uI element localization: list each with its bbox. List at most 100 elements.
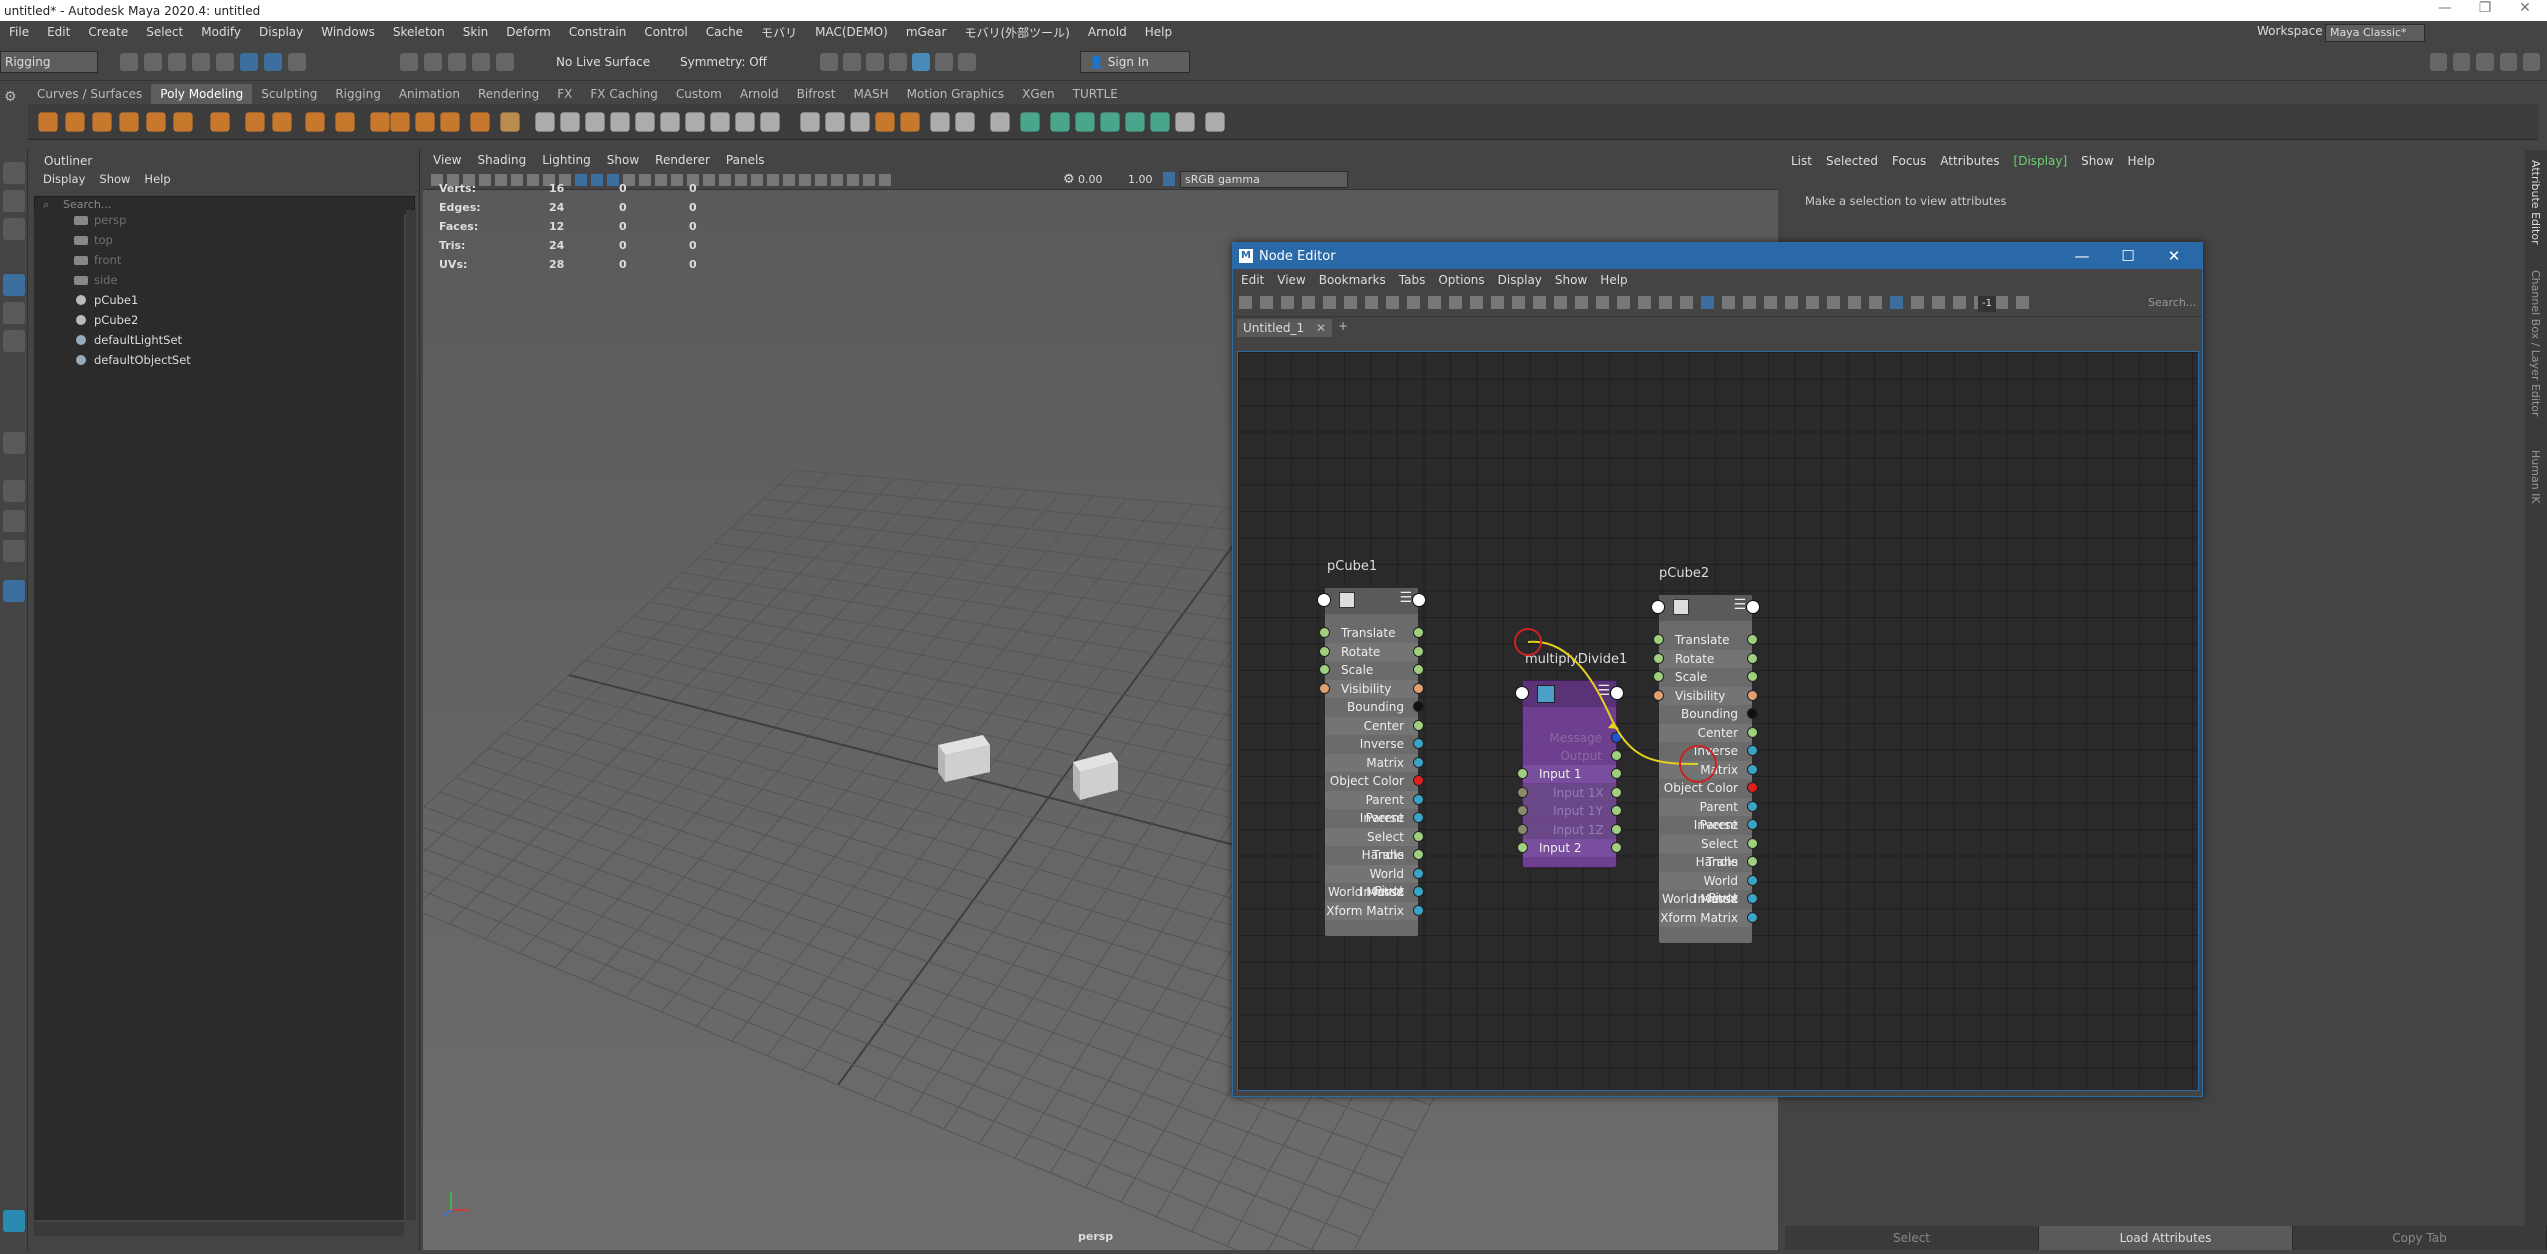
- shelf-tab-9[interactable]: Arnold: [731, 84, 788, 104]
- viewport-tool-27-icon[interactable]: [863, 174, 875, 186]
- render-frame-icon[interactable]: [843, 53, 861, 71]
- save-scene-icon[interactable]: [168, 53, 186, 71]
- output-plug[interactable]: [1413, 719, 1424, 731]
- layout-four-icon[interactable]: [2453, 53, 2471, 71]
- attr-bounding-box[interactable]: Bounding Box: [1659, 705, 1758, 739]
- attr-parent-inverse-matrix[interactable]: Parent Inverse Matrix: [1659, 797, 1758, 850]
- output-plug[interactable]: [1413, 682, 1424, 694]
- attr-world-inverse-matrix[interactable]: World Inverse Matrix: [1659, 871, 1758, 924]
- shelf-tool-40-icon[interactable]: [1150, 112, 1170, 132]
- shelf-tool-11-icon[interactable]: [370, 112, 390, 132]
- node-input-master-plug[interactable]: [1651, 600, 1665, 614]
- hypershade-icon[interactable]: [912, 53, 930, 71]
- attribute-menu-4[interactable]: [Display]: [2014, 154, 2068, 168]
- menu-item-0[interactable]: File: [0, 25, 38, 39]
- attr-select-handle[interactable]: Select Handle: [1659, 834, 1758, 869]
- attr-xform-matrix[interactable]: Xform Matrix: [1659, 908, 1758, 927]
- node-tool-33-icon[interactable]: [1932, 296, 1945, 309]
- attr-bounding-box[interactable]: Bounding Box: [1325, 698, 1424, 732]
- menu-item-13[interactable]: モバリ: [752, 24, 806, 41]
- node-tool-31-icon[interactable]: [1890, 296, 1903, 309]
- node-tool-4-icon[interactable]: [1323, 296, 1336, 309]
- render-view-icon[interactable]: [820, 53, 838, 71]
- output-plug[interactable]: [1413, 904, 1424, 916]
- viewport-tool-22-icon[interactable]: [783, 174, 795, 186]
- lasso-tool-icon[interactable]: [3, 190, 25, 212]
- paint-select-icon[interactable]: [3, 218, 25, 240]
- output-plug[interactable]: [1413, 645, 1424, 657]
- attr-center[interactable]: Center: [1325, 716, 1424, 735]
- input-plug[interactable]: [1319, 627, 1330, 638]
- output-plug[interactable]: [1747, 800, 1758, 812]
- move-tool-icon[interactable]: [3, 274, 25, 296]
- output-plug[interactable]: [1413, 886, 1424, 897]
- output-plug[interactable]: [1747, 893, 1758, 904]
- input-plug[interactable]: [1319, 645, 1330, 657]
- menu-item-2[interactable]: Create: [79, 25, 137, 39]
- sign-in-dropdown[interactable]: 👤 Sign In: [1080, 51, 1190, 73]
- outliner-menu-0[interactable]: Display: [43, 172, 85, 190]
- node-tool-10-icon[interactable]: [1449, 296, 1462, 309]
- shelf-tool-14-icon[interactable]: [440, 112, 460, 132]
- node-multiplydivide1[interactable]: ☰ Message Output Input 1 Input 1X Input 1Y Inp…: [1515, 680, 1624, 868]
- layout-settings-icon[interactable]: [2522, 53, 2541, 71]
- maya-logo-icon[interactable]: [3, 1210, 25, 1232]
- viewport-menu-0[interactable]: View: [433, 153, 461, 167]
- attribute-editor-tab[interactable]: Attribute Editor: [2529, 160, 2542, 245]
- open-scene-icon[interactable]: [144, 53, 162, 71]
- node-pcube1[interactable]: ☰ Translate Rotate Scale Visibility Bounding …: [1317, 587, 1426, 937]
- node-output-master-plug[interactable]: [1610, 686, 1624, 700]
- output-plug[interactable]: [1611, 786, 1622, 798]
- shelf-tool-37-icon[interactable]: [1075, 112, 1095, 132]
- menu-item-11[interactable]: Control: [635, 25, 696, 39]
- camera-attribute-icon[interactable]: ⚙: [1063, 172, 1075, 187]
- outliner-horizontal-scrollbar[interactable]: [34, 1222, 404, 1236]
- viewport-tool-23-icon[interactable]: [799, 174, 811, 186]
- node-tool-36-icon[interactable]: [1995, 296, 2008, 309]
- undo-icon[interactable]: [192, 53, 210, 71]
- redo-icon[interactable]: [216, 53, 234, 71]
- attr-world-matrix[interactable]: World Matrix: [1325, 883, 1424, 901]
- scale-tool-icon[interactable]: [3, 330, 25, 352]
- output-plug[interactable]: [1611, 732, 1622, 743]
- close-icon[interactable]: ✕: [2505, 0, 2545, 21]
- menuset-dropdown[interactable]: Rigging: [0, 51, 98, 73]
- node-editor-menu-4[interactable]: Options: [1438, 273, 1484, 287]
- output-plug[interactable]: [1747, 782, 1758, 793]
- node-tool-24-icon[interactable]: [1743, 296, 1756, 309]
- size-value[interactable]: -1: [1978, 296, 1996, 312]
- output-plug[interactable]: [1413, 664, 1424, 675]
- layout-side-icon[interactable]: [3, 540, 25, 562]
- shelf-tab-13[interactable]: XGen: [1013, 84, 1064, 104]
- attr-input-1z[interactable]: Input 1Z: [1517, 820, 1622, 839]
- attr-scale[interactable]: Scale: [1653, 668, 1758, 686]
- node-search-input[interactable]: Search...: [2148, 296, 2196, 309]
- output-plug[interactable]: [1413, 867, 1424, 879]
- menu-item-1[interactable]: Edit: [38, 25, 79, 39]
- node-tool-11-icon[interactable]: [1470, 296, 1483, 309]
- viewport-menu-1[interactable]: Shading: [477, 153, 526, 167]
- live-surface-field[interactable]: No Live Surface: [556, 55, 650, 69]
- shelf-tool-2-icon[interactable]: [92, 112, 112, 132]
- node-tool-37-icon[interactable]: [2016, 296, 2029, 309]
- outliner-item-front[interactable]: front: [34, 250, 404, 270]
- load-attributes-button[interactable]: Load Attributes: [2039, 1226, 2293, 1250]
- shelf-tool-15-icon[interactable]: [470, 112, 490, 132]
- node-menu-icon[interactable]: ☰: [1399, 590, 1412, 606]
- snap-view-icon[interactable]: [472, 53, 490, 71]
- shelf-tab-0[interactable]: Curves / Surfaces: [28, 84, 151, 104]
- node-tool-6-icon[interactable]: [1365, 296, 1378, 309]
- shelf-tool-3-icon[interactable]: [119, 112, 139, 132]
- shelf-tool-29-icon[interactable]: [850, 112, 870, 132]
- output-plug[interactable]: [1413, 738, 1424, 749]
- input-plug[interactable]: [1517, 768, 1528, 779]
- output-plug[interactable]: [1413, 775, 1424, 786]
- node-menu-icon[interactable]: ☰: [1597, 683, 1610, 699]
- node-tool-34-icon[interactable]: [1953, 296, 1966, 309]
- shelf-tool-9-icon[interactable]: [305, 112, 325, 132]
- copy-tab-button[interactable]: Copy Tab: [2293, 1226, 2547, 1250]
- node-tool-17-icon[interactable]: [1596, 296, 1609, 309]
- attr-xform-matrix[interactable]: Xform Matrix: [1325, 901, 1424, 920]
- viewport-tool-21-icon[interactable]: [767, 174, 779, 186]
- rotate-tool-icon[interactable]: [3, 302, 25, 324]
